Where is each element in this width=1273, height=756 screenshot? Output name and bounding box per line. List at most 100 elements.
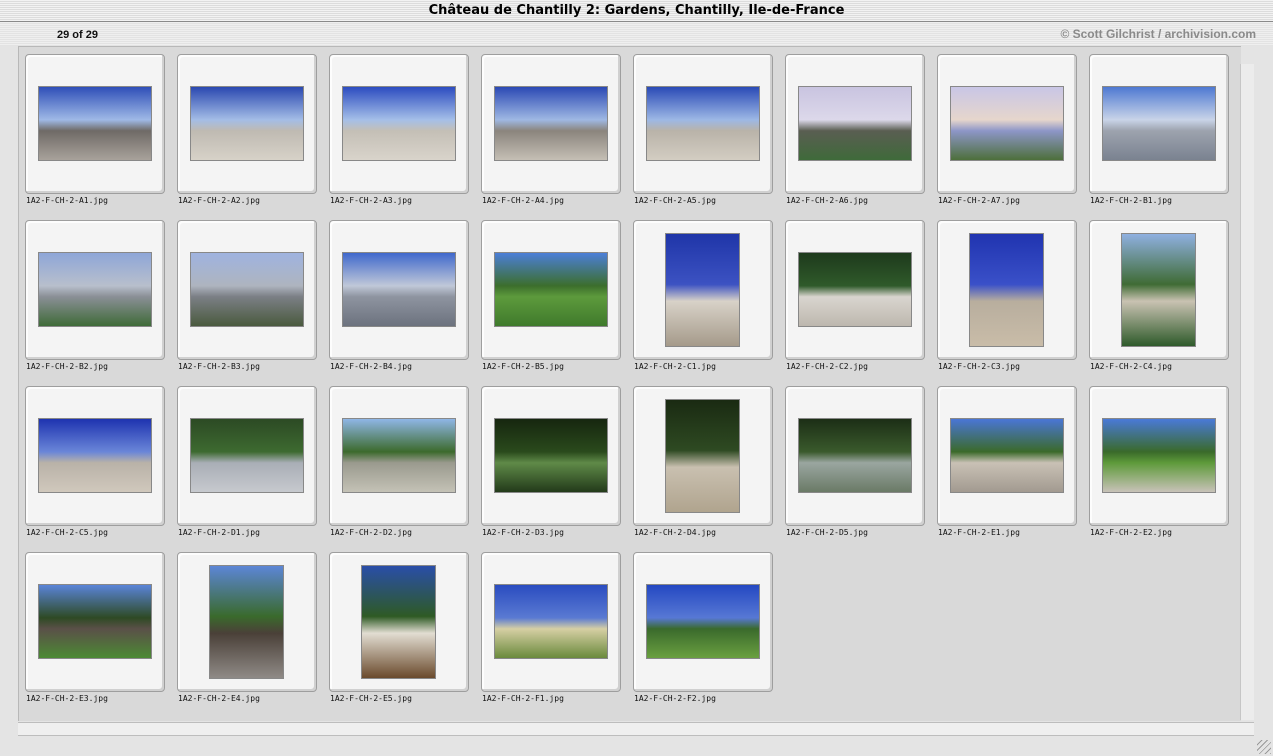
resize-grip-icon[interactable] — [1257, 740, 1271, 754]
slide-mount[interactable] — [25, 54, 165, 194]
slide-mount[interactable] — [329, 220, 469, 360]
thumbnail-image[interactable] — [666, 234, 739, 346]
slide-mount[interactable] — [1089, 386, 1229, 526]
thumbnail-item[interactable]: 1A2-F-CH-2-D5.jpg — [785, 386, 925, 537]
slide-mount[interactable] — [785, 54, 925, 194]
thumbnail-image[interactable] — [191, 87, 303, 160]
thumbnail-item[interactable]: 1A2-F-CH-2-B5.jpg — [481, 220, 621, 371]
thumbnail-image[interactable] — [799, 419, 911, 492]
thumbnail-image[interactable] — [647, 585, 759, 658]
thumbnail-image[interactable] — [666, 400, 739, 512]
slide-mount[interactable] — [937, 54, 1077, 194]
thumbnail-item[interactable]: 1A2-F-CH-2-F1.jpg — [481, 552, 621, 703]
slide-mount[interactable] — [1089, 220, 1229, 360]
slide-mount[interactable] — [785, 220, 925, 360]
slide-mount[interactable] — [177, 386, 317, 526]
slide-mount[interactable] — [329, 54, 469, 194]
thumbnail-image[interactable] — [39, 253, 151, 326]
thumbnail-image[interactable] — [799, 253, 911, 326]
thumbnail-image[interactable] — [343, 87, 455, 160]
thumbnail-item[interactable]: 1A2-F-CH-2-E4.jpg — [177, 552, 317, 703]
slide-mount[interactable] — [633, 552, 773, 692]
slide-mount[interactable] — [25, 386, 165, 526]
thumbnail-image[interactable] — [951, 419, 1063, 492]
thumbnail-item[interactable]: 1A2-F-CH-2-A1.jpg — [25, 54, 165, 205]
thumbnail-item[interactable]: 1A2-F-CH-2-A2.jpg — [177, 54, 317, 205]
thumbnail-item[interactable]: 1A2-F-CH-2-B4.jpg — [329, 220, 469, 371]
thumbnail-image[interactable] — [799, 87, 911, 160]
vertical-scrollbar[interactable] — [1240, 64, 1254, 720]
slide-mount[interactable] — [633, 220, 773, 360]
thumbnail-caption: 1A2-F-CH-2-E2.jpg — [1090, 528, 1172, 537]
thumbnail-item[interactable]: 1A2-F-CH-2-D1.jpg — [177, 386, 317, 537]
slide-mount[interactable] — [633, 54, 773, 194]
thumbnail-image[interactable] — [1103, 87, 1215, 160]
thumbnail-image[interactable] — [191, 253, 303, 326]
thumbnail-caption: 1A2-F-CH-2-B1.jpg — [1090, 196, 1172, 205]
info-bar: 29 of 29 © Scott Gilchrist / archivision… — [0, 22, 1273, 46]
thumbnail-caption: 1A2-F-CH-2-D4.jpg — [634, 528, 716, 537]
thumbnail-item[interactable]: 1A2-F-CH-2-A5.jpg — [633, 54, 773, 205]
slide-mount[interactable] — [177, 220, 317, 360]
thumbnail-item[interactable]: 1A2-F-CH-2-D3.jpg — [481, 386, 621, 537]
thumbnail-image[interactable] — [39, 419, 151, 492]
thumbnail-image[interactable] — [1103, 419, 1215, 492]
slide-mount[interactable] — [481, 552, 621, 692]
slide-mount[interactable] — [785, 386, 925, 526]
thumbnail-image[interactable] — [362, 566, 435, 678]
thumbnail-image[interactable] — [495, 87, 607, 160]
slide-mount[interactable] — [1089, 54, 1229, 194]
thumbnail-item[interactable]: 1A2-F-CH-2-D2.jpg — [329, 386, 469, 537]
slide-mount[interactable] — [481, 54, 621, 194]
thumbnail-image[interactable] — [39, 585, 151, 658]
thumbnail-item[interactable]: 1A2-F-CH-2-B2.jpg — [25, 220, 165, 371]
slide-mount[interactable] — [633, 386, 773, 526]
image-counter: 29 of 29 — [57, 29, 98, 41]
thumbnail-image[interactable] — [191, 419, 303, 492]
thumbnail-item[interactable]: 1A2-F-CH-2-F2.jpg — [633, 552, 773, 703]
slide-mount[interactable] — [481, 386, 621, 526]
copyright-credit: © Scott Gilchrist / archivision.com — [1060, 27, 1256, 41]
thumbnail-image[interactable] — [343, 419, 455, 492]
thumbnail-item[interactable]: 1A2-F-CH-2-A3.jpg — [329, 54, 469, 205]
thumbnail-caption: 1A2-F-CH-2-C5.jpg — [26, 528, 108, 537]
thumbnail-image[interactable] — [970, 234, 1043, 346]
slide-mount[interactable] — [937, 386, 1077, 526]
thumbnail-item[interactable]: 1A2-F-CH-2-E3.jpg — [25, 552, 165, 703]
thumbnail-image[interactable] — [495, 419, 607, 492]
thumbnail-image[interactable] — [39, 87, 151, 160]
thumbnail-image[interactable] — [647, 87, 759, 160]
thumbnail-item[interactable]: 1A2-F-CH-2-A6.jpg — [785, 54, 925, 205]
horizontal-scrollbar[interactable] — [18, 722, 1254, 736]
thumbnail-item[interactable]: 1A2-F-CH-2-B3.jpg — [177, 220, 317, 371]
thumbnail-caption: 1A2-F-CH-2-C1.jpg — [634, 362, 716, 371]
slide-mount[interactable] — [177, 54, 317, 194]
thumbnail-image[interactable] — [210, 566, 283, 678]
thumbnail-item[interactable]: 1A2-F-CH-2-C2.jpg — [785, 220, 925, 371]
thumbnail-image[interactable] — [495, 585, 607, 658]
slide-mount[interactable] — [937, 220, 1077, 360]
slide-mount[interactable] — [25, 220, 165, 360]
slide-mount[interactable] — [481, 220, 621, 360]
thumbnail-item[interactable]: 1A2-F-CH-2-A7.jpg — [937, 54, 1077, 205]
thumbnail-item[interactable]: 1A2-F-CH-2-C1.jpg — [633, 220, 773, 371]
thumbnail-item[interactable]: 1A2-F-CH-2-E1.jpg — [937, 386, 1077, 537]
thumbnail-image[interactable] — [495, 253, 607, 326]
thumbnail-image[interactable] — [951, 87, 1063, 160]
thumbnail-item[interactable]: 1A2-F-CH-2-C3.jpg — [937, 220, 1077, 371]
slide-mount[interactable] — [25, 552, 165, 692]
thumbnail-image[interactable] — [343, 253, 455, 326]
thumbnail-item[interactable]: 1A2-F-CH-2-D4.jpg — [633, 386, 773, 537]
slide-mount[interactable] — [329, 386, 469, 526]
thumbnail-item[interactable]: 1A2-F-CH-2-B1.jpg — [1089, 54, 1229, 205]
thumbnail-caption: 1A2-F-CH-2-C4.jpg — [1090, 362, 1172, 371]
thumbnail-item[interactable]: 1A2-F-CH-2-C5.jpg — [25, 386, 165, 537]
thumbnail-item[interactable]: 1A2-F-CH-2-A4.jpg — [481, 54, 621, 205]
thumbnail-item[interactable]: 1A2-F-CH-2-E2.jpg — [1089, 386, 1229, 537]
thumbnail-image[interactable] — [1122, 234, 1195, 346]
slide-mount[interactable] — [329, 552, 469, 692]
thumbnail-item[interactable]: 1A2-F-CH-2-E5.jpg — [329, 552, 469, 703]
thumbnail-grid: 1A2-F-CH-2-A1.jpg 1A2-F-CH-2-A2.jpg 1A2-F-… — [25, 54, 1229, 703]
slide-mount[interactable] — [177, 552, 317, 692]
thumbnail-item[interactable]: 1A2-F-CH-2-C4.jpg — [1089, 220, 1229, 371]
